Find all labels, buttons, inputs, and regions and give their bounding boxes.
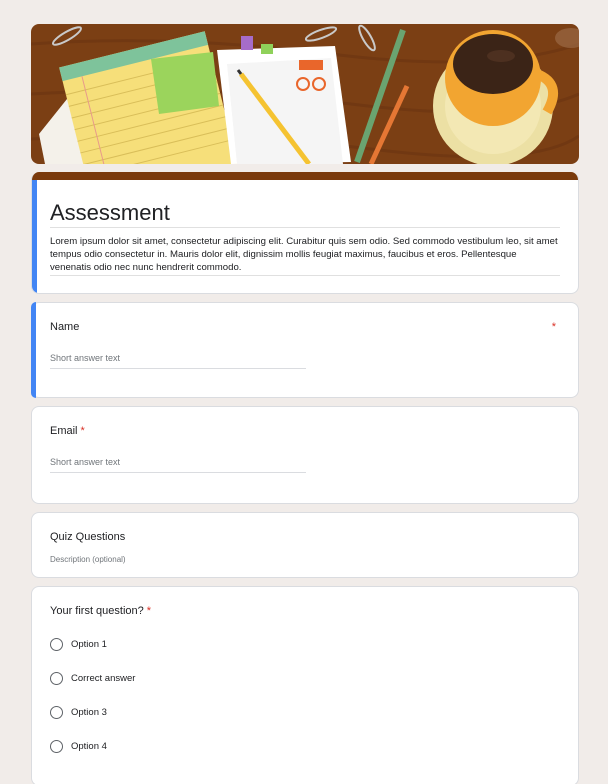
desk-illustration: [31, 24, 579, 164]
form-header-card: Assessment Lorem ipsum dolor sit amet, c…: [31, 172, 579, 294]
required-asterisk: *: [146, 605, 152, 617]
radio-button-icon[interactable]: [50, 705, 63, 719]
active-question-indicator: [31, 302, 36, 398]
required-asterisk: *: [551, 321, 556, 333]
header-banner-image: [31, 24, 579, 164]
option-label: Option 4: [71, 740, 107, 752]
radio-button-icon[interactable]: [50, 671, 63, 685]
question-card-email[interactable]: Email * Short answer text: [31, 406, 579, 504]
option-1[interactable]: Option 1: [50, 637, 107, 651]
option-2[interactable]: Correct answer: [50, 671, 135, 685]
form-description[interactable]: Lorem ipsum dolor sit amet, consectetur …: [50, 235, 560, 274]
active-indicator: [32, 180, 37, 293]
radio-button-icon[interactable]: [50, 637, 63, 651]
section-title[interactable]: Quiz Questions: [50, 531, 125, 543]
question-title[interactable]: Email *: [50, 425, 85, 437]
section-description[interactable]: Description (optional): [50, 555, 126, 564]
question-title[interactable]: Name: [50, 321, 79, 333]
short-answer-input[interactable]: Short answer text: [50, 457, 306, 473]
question-label: Your first question?: [50, 605, 144, 617]
required-asterisk: *: [80, 425, 85, 437]
header-accent-bar: [32, 172, 578, 180]
question-card-multiple-choice[interactable]: Your first question? * Option 1 Correct a…: [31, 586, 579, 784]
option-4[interactable]: Option 4: [50, 739, 107, 753]
title-divider: [50, 227, 560, 228]
radio-button-icon[interactable]: [50, 739, 63, 753]
question-card-name[interactable]: Name * Short answer text: [31, 302, 579, 398]
section-card-quiz[interactable]: Quiz Questions Description (optional): [31, 512, 579, 578]
short-answer-input[interactable]: Short answer text: [50, 353, 306, 369]
option-3[interactable]: Option 3: [50, 705, 107, 719]
description-divider: [50, 275, 560, 276]
option-label: Option 1: [71, 638, 107, 650]
form-container: Assessment Lorem ipsum dolor sit amet, c…: [31, 24, 579, 784]
question-title[interactable]: Your first question? *: [50, 605, 151, 617]
form-title[interactable]: Assessment: [50, 199, 170, 227]
option-label: Correct answer: [71, 672, 136, 684]
question-label: Email: [50, 425, 78, 437]
option-label: Option 3: [71, 706, 107, 718]
